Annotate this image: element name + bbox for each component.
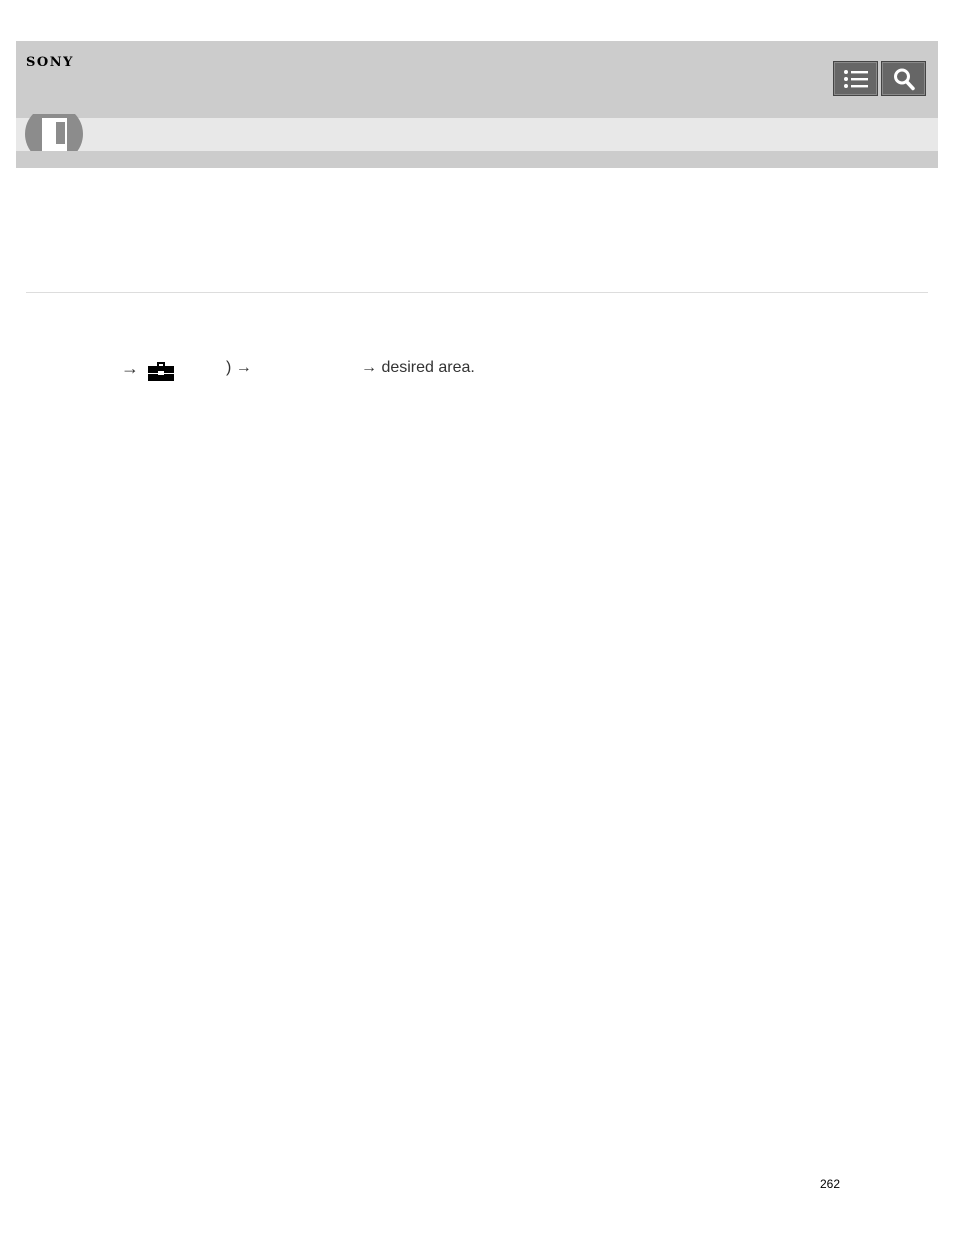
page-number: 262 bbox=[820, 1177, 841, 1191]
list-icon bbox=[843, 68, 869, 90]
header-lower-band bbox=[16, 151, 938, 168]
brand-logo: SONY bbox=[26, 55, 74, 70]
table-of-contents-button[interactable] bbox=[833, 61, 878, 96]
header-bar: SONY bbox=[16, 41, 938, 118]
search-icon bbox=[892, 67, 916, 91]
menu-step-text: ) → bbox=[226, 359, 252, 376]
menu-arrow: → bbox=[121, 358, 139, 378]
search-button[interactable] bbox=[881, 61, 926, 96]
toolbox-icon bbox=[147, 360, 175, 382]
menu-step-final: → desired area. bbox=[361, 359, 475, 376]
book-icon bbox=[25, 114, 83, 151]
title-divider bbox=[26, 292, 928, 293]
title-band bbox=[16, 118, 938, 151]
